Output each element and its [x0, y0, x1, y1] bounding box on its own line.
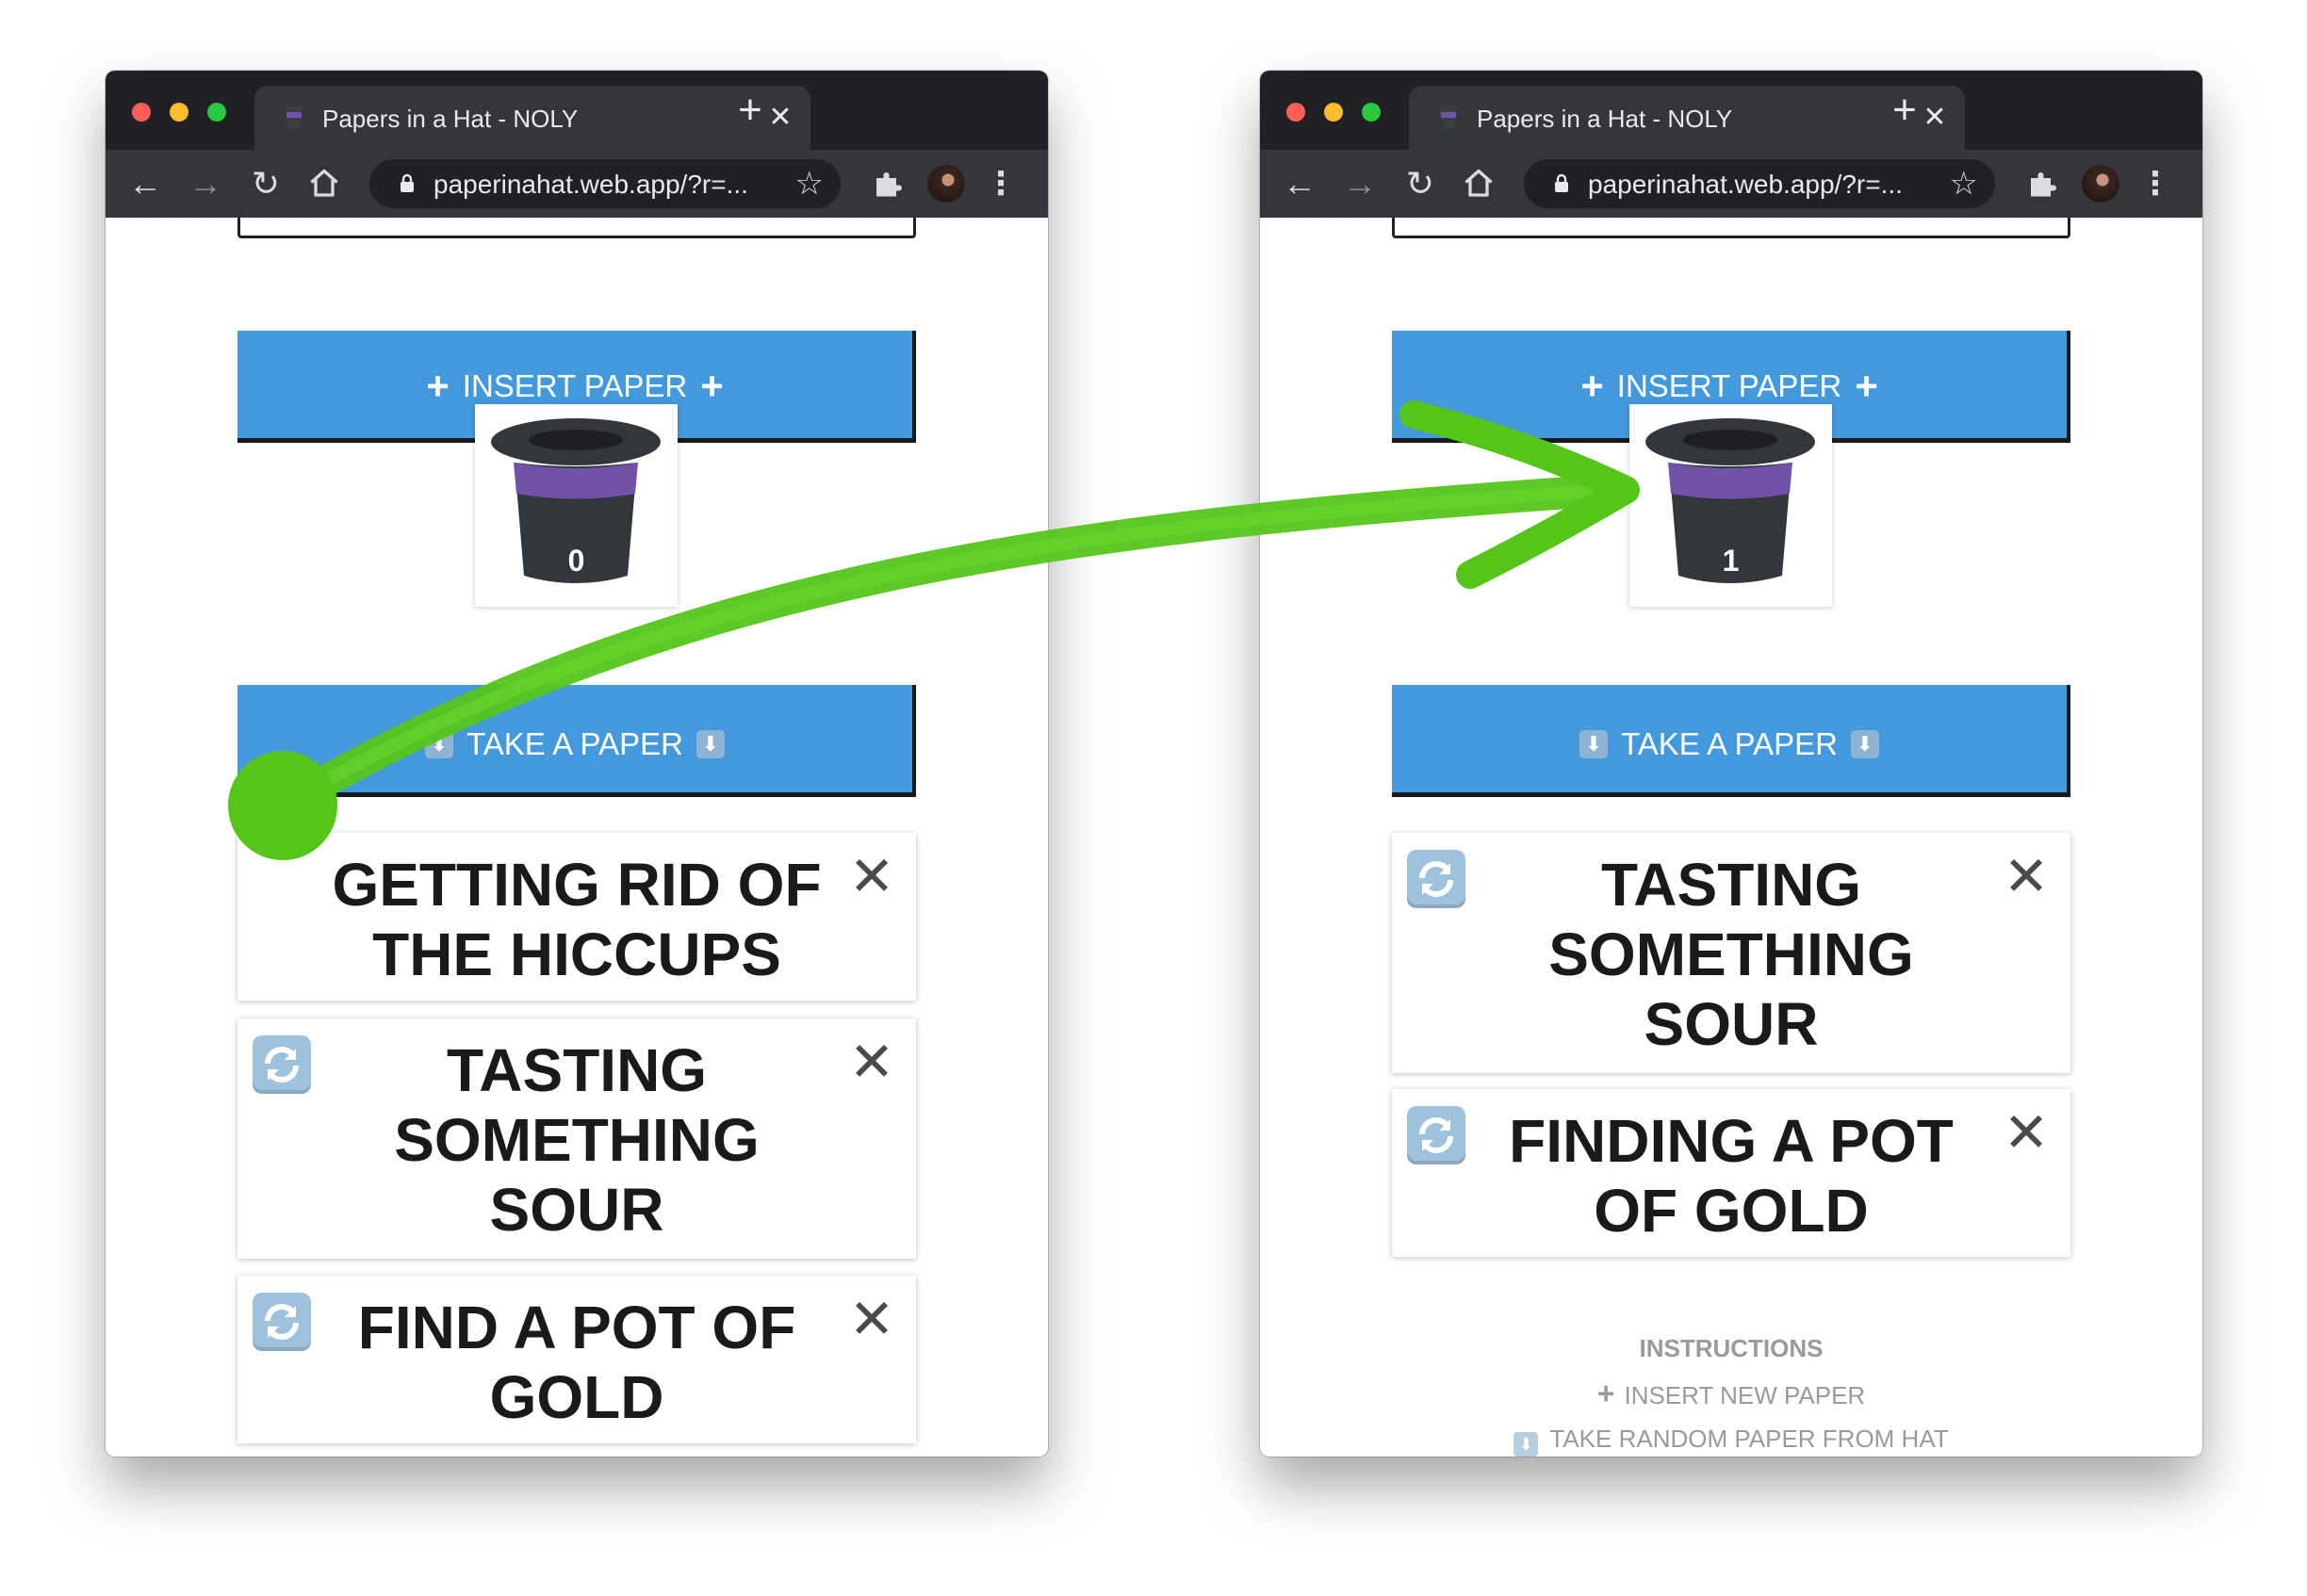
hat[interactable]: 0	[475, 404, 678, 607]
zoom-window-button[interactable]	[207, 103, 226, 122]
zoom-window-button[interactable]	[1362, 103, 1381, 122]
plus-icon: +	[1596, 1376, 1615, 1410]
back-icon[interactable]: ←	[1279, 163, 1320, 204]
tab-title: Papers in a Hat - NOLY	[322, 105, 579, 133]
home-icon[interactable]	[307, 167, 341, 201]
take-paper-button[interactable]: ⬇ TAKE A PAPER ⬇	[1392, 685, 2070, 797]
paper-text: TASTING SOMETHING SOUR	[1548, 851, 1914, 1058]
browser-tab[interactable]: Papers in a Hat - NOLY ✕	[1409, 86, 1965, 150]
paper-text-input[interactable]	[237, 218, 916, 238]
down-arrow-box-icon: ⬇	[425, 730, 454, 758]
browser-toolbar: ← → ↻ paperinahat.web.app/?r=... ☆ ⋮	[106, 150, 1048, 218]
forward-icon[interactable]: →	[1339, 163, 1381, 204]
take-paper-button[interactable]: ⬇ TAKE A PAPER ⬇	[237, 685, 916, 797]
reload-icon[interactable]: ↻	[1399, 163, 1441, 204]
paper-text: TASTING SOMETHING SOUR	[394, 1036, 760, 1244]
instructions: INSTRUCTIONS + INSERT NEW PAPER ⬇ TAKE RAN…	[1260, 1334, 2202, 1457]
paper-card: TASTING SOMETHING SOUR ✕	[237, 1018, 916, 1259]
back-icon[interactable]: ←	[124, 163, 166, 204]
instruction-take: ⬇ TAKE RANDOM PAPER FROM HAT	[1260, 1425, 2202, 1457]
paper-text: FIND A POT OF GOLD	[357, 1294, 796, 1431]
browser-window-left: Papers in a Hat - NOLY ✕ + ← → ↻ paperin…	[106, 71, 1048, 1457]
more-menu-icon[interactable]: ⋮	[2135, 163, 2176, 204]
hat[interactable]: 1	[1629, 404, 1832, 607]
paper-text: GETTING RID OF THE HICCUPS	[332, 851, 822, 988]
title-bar: Papers in a Hat - NOLY ✕ +	[106, 71, 1048, 150]
instruction-insert: + INSERT NEW PAPER	[1260, 1376, 2202, 1411]
down-arrow-box-icon: ⬇	[1579, 730, 1609, 758]
refresh-icon[interactable]	[253, 1035, 311, 1094]
plus-icon: +	[426, 364, 450, 408]
plus-icon: +	[1855, 364, 1878, 408]
address-bar[interactable]: paperinahat.web.app/?r=... ☆	[369, 159, 841, 208]
refresh-icon[interactable]	[1407, 1106, 1465, 1164]
extensions-puzzle-icon[interactable]	[2025, 167, 2059, 201]
title-bar: Papers in a Hat - NOLY ✕ +	[1260, 71, 2202, 150]
reload-icon[interactable]: ↻	[245, 163, 286, 204]
page-content: + INSERT PAPER + 1 ⬇ TAKE A PAPER ⬇ TAST…	[1260, 218, 2202, 1457]
bookmark-star-icon[interactable]: ☆	[1950, 161, 1978, 206]
close-icon[interactable]: ✕	[2003, 850, 2050, 904]
down-arrow-box-icon: ⬇	[1513, 1432, 1539, 1457]
instruction-take-text: TAKE RANDOM PAPER FROM HAT	[1549, 1425, 1949, 1453]
home-icon[interactable]	[1462, 167, 1496, 201]
hat-paper-count: 1	[1722, 544, 1740, 578]
take-paper-label: TAKE A PAPER	[466, 726, 683, 761]
paper-text: FINDING A POT OF GOLD	[1509, 1107, 1954, 1245]
new-tab-icon[interactable]: +	[729, 90, 771, 131]
minimize-window-button[interactable]	[170, 103, 188, 122]
down-arrow-box-icon: ⬇	[1850, 730, 1879, 758]
hat-paper-count: 0	[567, 544, 585, 578]
instruction-insert-text: INSERT NEW PAPER	[1624, 1381, 1866, 1409]
profile-avatar[interactable]	[927, 165, 965, 203]
address-bar[interactable]: paperinahat.web.app/?r=... ☆	[1524, 159, 1995, 208]
more-menu-icon[interactable]: ⋮	[980, 163, 1022, 204]
bookmark-star-icon[interactable]: ☆	[795, 161, 824, 206]
browser-toolbar: ← → ↻ paperinahat.web.app/?r=... ☆ ⋮	[1260, 150, 2202, 218]
close-window-button[interactable]	[1286, 103, 1305, 122]
plus-icon: +	[700, 364, 724, 408]
paper-card: FINDING A POT OF GOLD ✕	[1392, 1089, 2070, 1257]
page-content: + INSERT PAPER + 0 ⬇ TAKE A PAPER ⬇ GETT…	[106, 218, 1048, 1457]
paper-text-input[interactable]	[1392, 218, 2070, 238]
paper-card: TASTING SOMETHING SOUR ✕	[1392, 833, 2070, 1073]
minimize-window-button[interactable]	[1324, 103, 1343, 122]
close-icon[interactable]: ✕	[848, 1293, 895, 1347]
browser-tab[interactable]: Papers in a Hat - NOLY ✕	[254, 86, 810, 150]
take-paper-label: TAKE A PAPER	[1621, 726, 1838, 761]
tab-title: Papers in a Hat - NOLY	[1477, 105, 1733, 133]
close-icon[interactable]: ✕	[848, 1035, 895, 1090]
lock-icon	[401, 173, 414, 192]
url-text: paperinahat.web.app/?r=...	[434, 170, 748, 199]
lock-icon	[1555, 173, 1568, 192]
plus-icon: +	[1580, 364, 1604, 408]
instructions-title: INSTRUCTIONS	[1639, 1334, 1824, 1362]
profile-avatar[interactable]	[2082, 165, 2119, 203]
refresh-icon[interactable]	[253, 1293, 311, 1351]
close-icon[interactable]: ✕	[848, 850, 895, 904]
close-window-button[interactable]	[132, 103, 151, 122]
refresh-icon[interactable]	[1407, 850, 1465, 908]
paper-card: FIND A POT OF GOLD ✕	[237, 1276, 916, 1443]
browser-window-right: Papers in a Hat - NOLY ✕ + ← → ↻ paperin…	[1260, 71, 2202, 1457]
close-icon[interactable]: ✕	[2003, 1106, 2050, 1161]
hat-favicon-icon	[285, 106, 303, 129]
url-text: paperinahat.web.app/?r=...	[1588, 170, 1903, 199]
hat-favicon-icon	[1439, 106, 1458, 129]
paper-card: GETTING RID OF THE HICCUPS ✕	[237, 833, 916, 1001]
new-tab-icon[interactable]: +	[1884, 90, 1925, 131]
extensions-puzzle-icon[interactable]	[871, 167, 905, 201]
down-arrow-box-icon: ⬇	[695, 730, 725, 758]
forward-icon[interactable]: →	[185, 163, 226, 204]
